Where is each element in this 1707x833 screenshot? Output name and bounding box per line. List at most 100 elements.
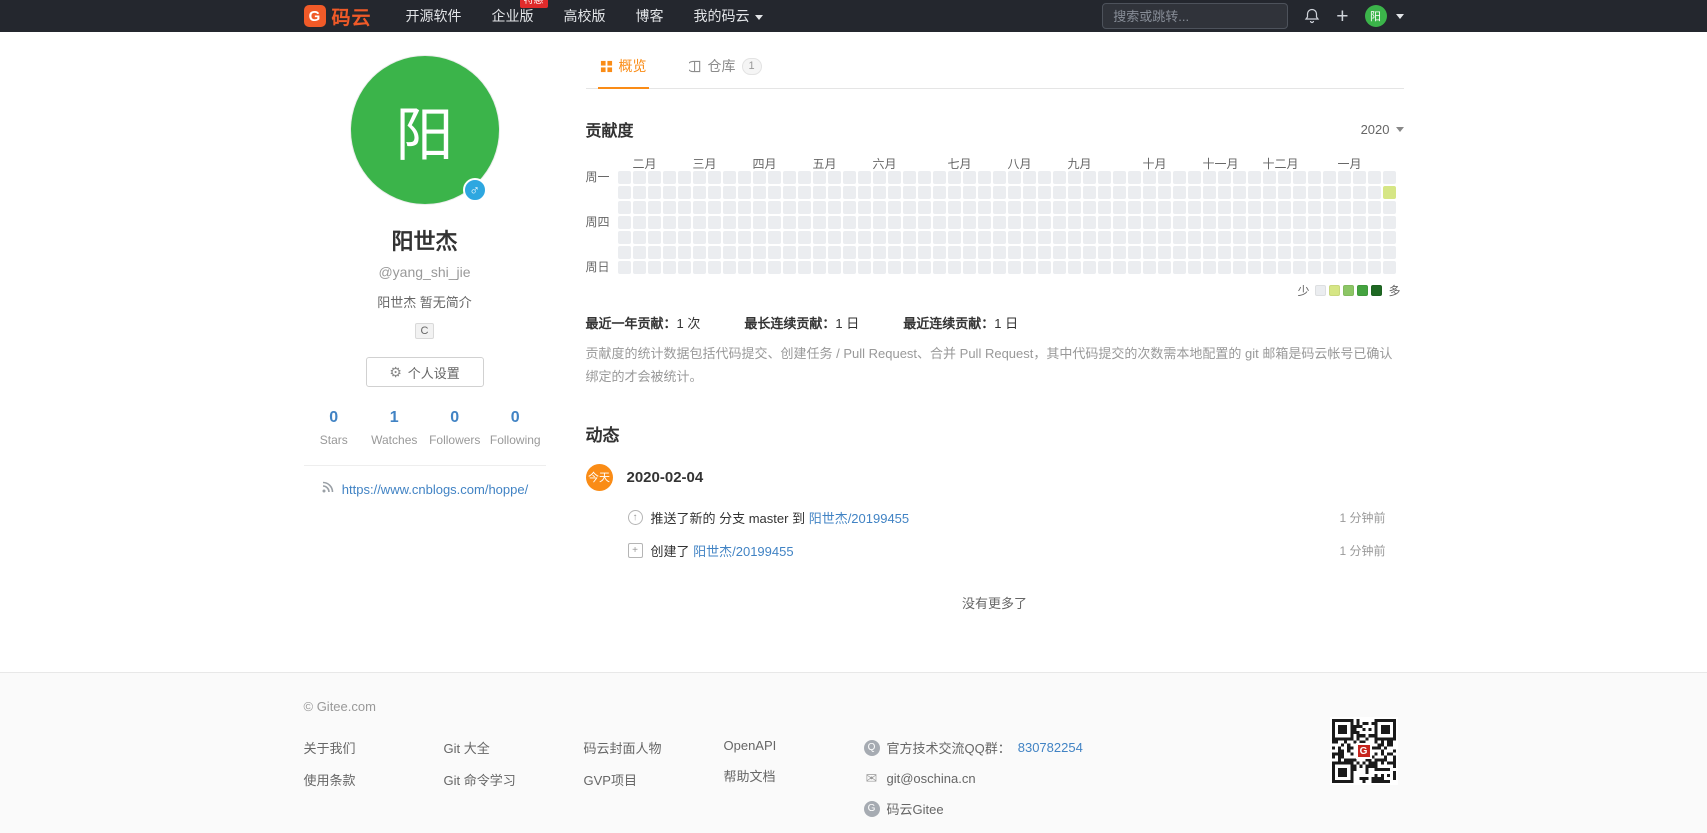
heatmap-cell[interactable] (902, 246, 916, 259)
user-menu[interactable]: 阳 (1364, 5, 1404, 27)
heatmap-cell[interactable] (1217, 171, 1231, 184)
nav-link-2[interactable]: 企业版 特惠 (492, 0, 548, 26)
nav-link-1[interactable]: 开源软件 (406, 6, 462, 26)
heatmap-cell[interactable] (632, 261, 646, 274)
tab-repositories[interactable]: 仓库 1 (687, 46, 764, 89)
heatmap-cell[interactable] (1172, 201, 1186, 214)
heatmap-cell[interactable] (842, 201, 856, 214)
heatmap-cell[interactable] (932, 261, 946, 274)
heatmap-cell[interactable] (1007, 186, 1021, 199)
heatmap-cell[interactable] (1007, 246, 1021, 259)
footer-link[interactable]: 使用条款 (304, 770, 444, 789)
heatmap-cell[interactable] (842, 186, 856, 199)
heatmap-cell[interactable] (1262, 186, 1276, 199)
heatmap-cell[interactable] (782, 171, 796, 184)
heatmap-cell[interactable] (1277, 231, 1291, 244)
heatmap-cell[interactable] (617, 246, 631, 259)
heatmap-cell[interactable] (1262, 246, 1276, 259)
heatmap-cell[interactable] (692, 261, 706, 274)
heatmap-cell[interactable] (902, 201, 916, 214)
heatmap-cell[interactable] (1277, 171, 1291, 184)
heatmap-cell[interactable] (962, 201, 976, 214)
heatmap-cell[interactable] (1082, 216, 1096, 229)
heatmap-cell[interactable] (1367, 216, 1381, 229)
heatmap-cell[interactable] (1367, 186, 1381, 199)
heatmap-cell[interactable] (1367, 261, 1381, 274)
heatmap-cell[interactable] (947, 231, 961, 244)
heatmap-cell[interactable] (1202, 261, 1216, 274)
heatmap-cell[interactable] (692, 246, 706, 259)
heatmap-cell[interactable] (1322, 216, 1336, 229)
heatmap-cell[interactable] (1052, 246, 1066, 259)
heatmap-cell[interactable] (1022, 231, 1036, 244)
heatmap-cell[interactable] (1382, 186, 1396, 199)
heatmap-cell[interactable] (1082, 246, 1096, 259)
heatmap-cell[interactable] (1127, 201, 1141, 214)
heatmap-cell[interactable] (707, 171, 721, 184)
heatmap-cell[interactable] (962, 231, 976, 244)
heatmap-cell[interactable] (617, 231, 631, 244)
heatmap-cell[interactable] (857, 201, 871, 214)
heatmap-cell[interactable] (707, 261, 721, 274)
heatmap-cell[interactable] (932, 201, 946, 214)
heatmap-cell[interactable] (692, 231, 706, 244)
heatmap-cell[interactable] (1067, 216, 1081, 229)
heatmap-cell[interactable] (857, 216, 871, 229)
heatmap-cell[interactable] (617, 186, 631, 199)
heatmap-cell[interactable] (1007, 231, 1021, 244)
heatmap-cell[interactable] (1157, 231, 1171, 244)
heatmap-cell[interactable] (992, 201, 1006, 214)
heatmap-cell[interactable] (1352, 216, 1366, 229)
heatmap-cell[interactable] (917, 186, 931, 199)
heatmap-cell[interactable] (1052, 231, 1066, 244)
heatmap-cell[interactable] (1037, 186, 1051, 199)
heatmap-cell[interactable] (947, 186, 961, 199)
heatmap-cell[interactable] (677, 216, 691, 229)
footer-link[interactable]: 码云封面人物 (584, 738, 724, 757)
heatmap-cell[interactable] (722, 186, 736, 199)
heatmap-cell[interactable] (1232, 186, 1246, 199)
heatmap-cell[interactable] (1172, 186, 1186, 199)
heatmap-cell[interactable] (1217, 231, 1231, 244)
footer-link[interactable]: Git 大全 (444, 738, 584, 757)
heatmap-cell[interactable] (962, 246, 976, 259)
heatmap-cell[interactable] (767, 201, 781, 214)
heatmap-cell[interactable] (962, 216, 976, 229)
heatmap-cell[interactable] (1232, 246, 1246, 259)
heatmap-cell[interactable] (917, 201, 931, 214)
nav-link-5[interactable]: 我的码云 (694, 6, 763, 26)
heatmap-cell[interactable] (1322, 171, 1336, 184)
heatmap-cell[interactable] (917, 246, 931, 259)
repo-link[interactable]: 阳世杰/20199455 (809, 511, 909, 526)
heatmap-cell[interactable] (722, 201, 736, 214)
heatmap-cell[interactable] (1142, 231, 1156, 244)
heatmap-cell[interactable] (1157, 261, 1171, 274)
footer-link[interactable]: GVP项目 (584, 770, 724, 789)
heatmap-cell[interactable] (1232, 201, 1246, 214)
heatmap-cell[interactable] (662, 231, 676, 244)
heatmap-cell[interactable] (1022, 246, 1036, 259)
heatmap-cell[interactable] (1277, 261, 1291, 274)
heatmap-cell[interactable] (797, 246, 811, 259)
heatmap-cell[interactable] (1022, 261, 1036, 274)
heatmap-cell[interactable] (1232, 216, 1246, 229)
heatmap-cell[interactable] (752, 201, 766, 214)
heatmap-cell[interactable] (977, 216, 991, 229)
heatmap-cell[interactable] (887, 261, 901, 274)
heatmap-cell[interactable] (1307, 246, 1321, 259)
heatmap-cell[interactable] (1202, 201, 1216, 214)
heatmap-cell[interactable] (782, 261, 796, 274)
heatmap-cell[interactable] (692, 171, 706, 184)
heatmap-cell[interactable] (782, 186, 796, 199)
heatmap-cell[interactable] (1202, 231, 1216, 244)
heatmap-cell[interactable] (797, 261, 811, 274)
website-link[interactable]: https://www.cnblogs.com/hoppe/ (342, 482, 528, 497)
heatmap-cell[interactable] (1172, 246, 1186, 259)
heatmap-cell[interactable] (1187, 261, 1201, 274)
heatmap-cell[interactable] (842, 246, 856, 259)
heatmap-cell[interactable] (902, 216, 916, 229)
heatmap-cell[interactable] (872, 231, 886, 244)
profile-stat-watches[interactable]: 1 Watches (364, 409, 425, 447)
heatmap-cell[interactable] (887, 186, 901, 199)
heatmap-cell[interactable] (872, 201, 886, 214)
